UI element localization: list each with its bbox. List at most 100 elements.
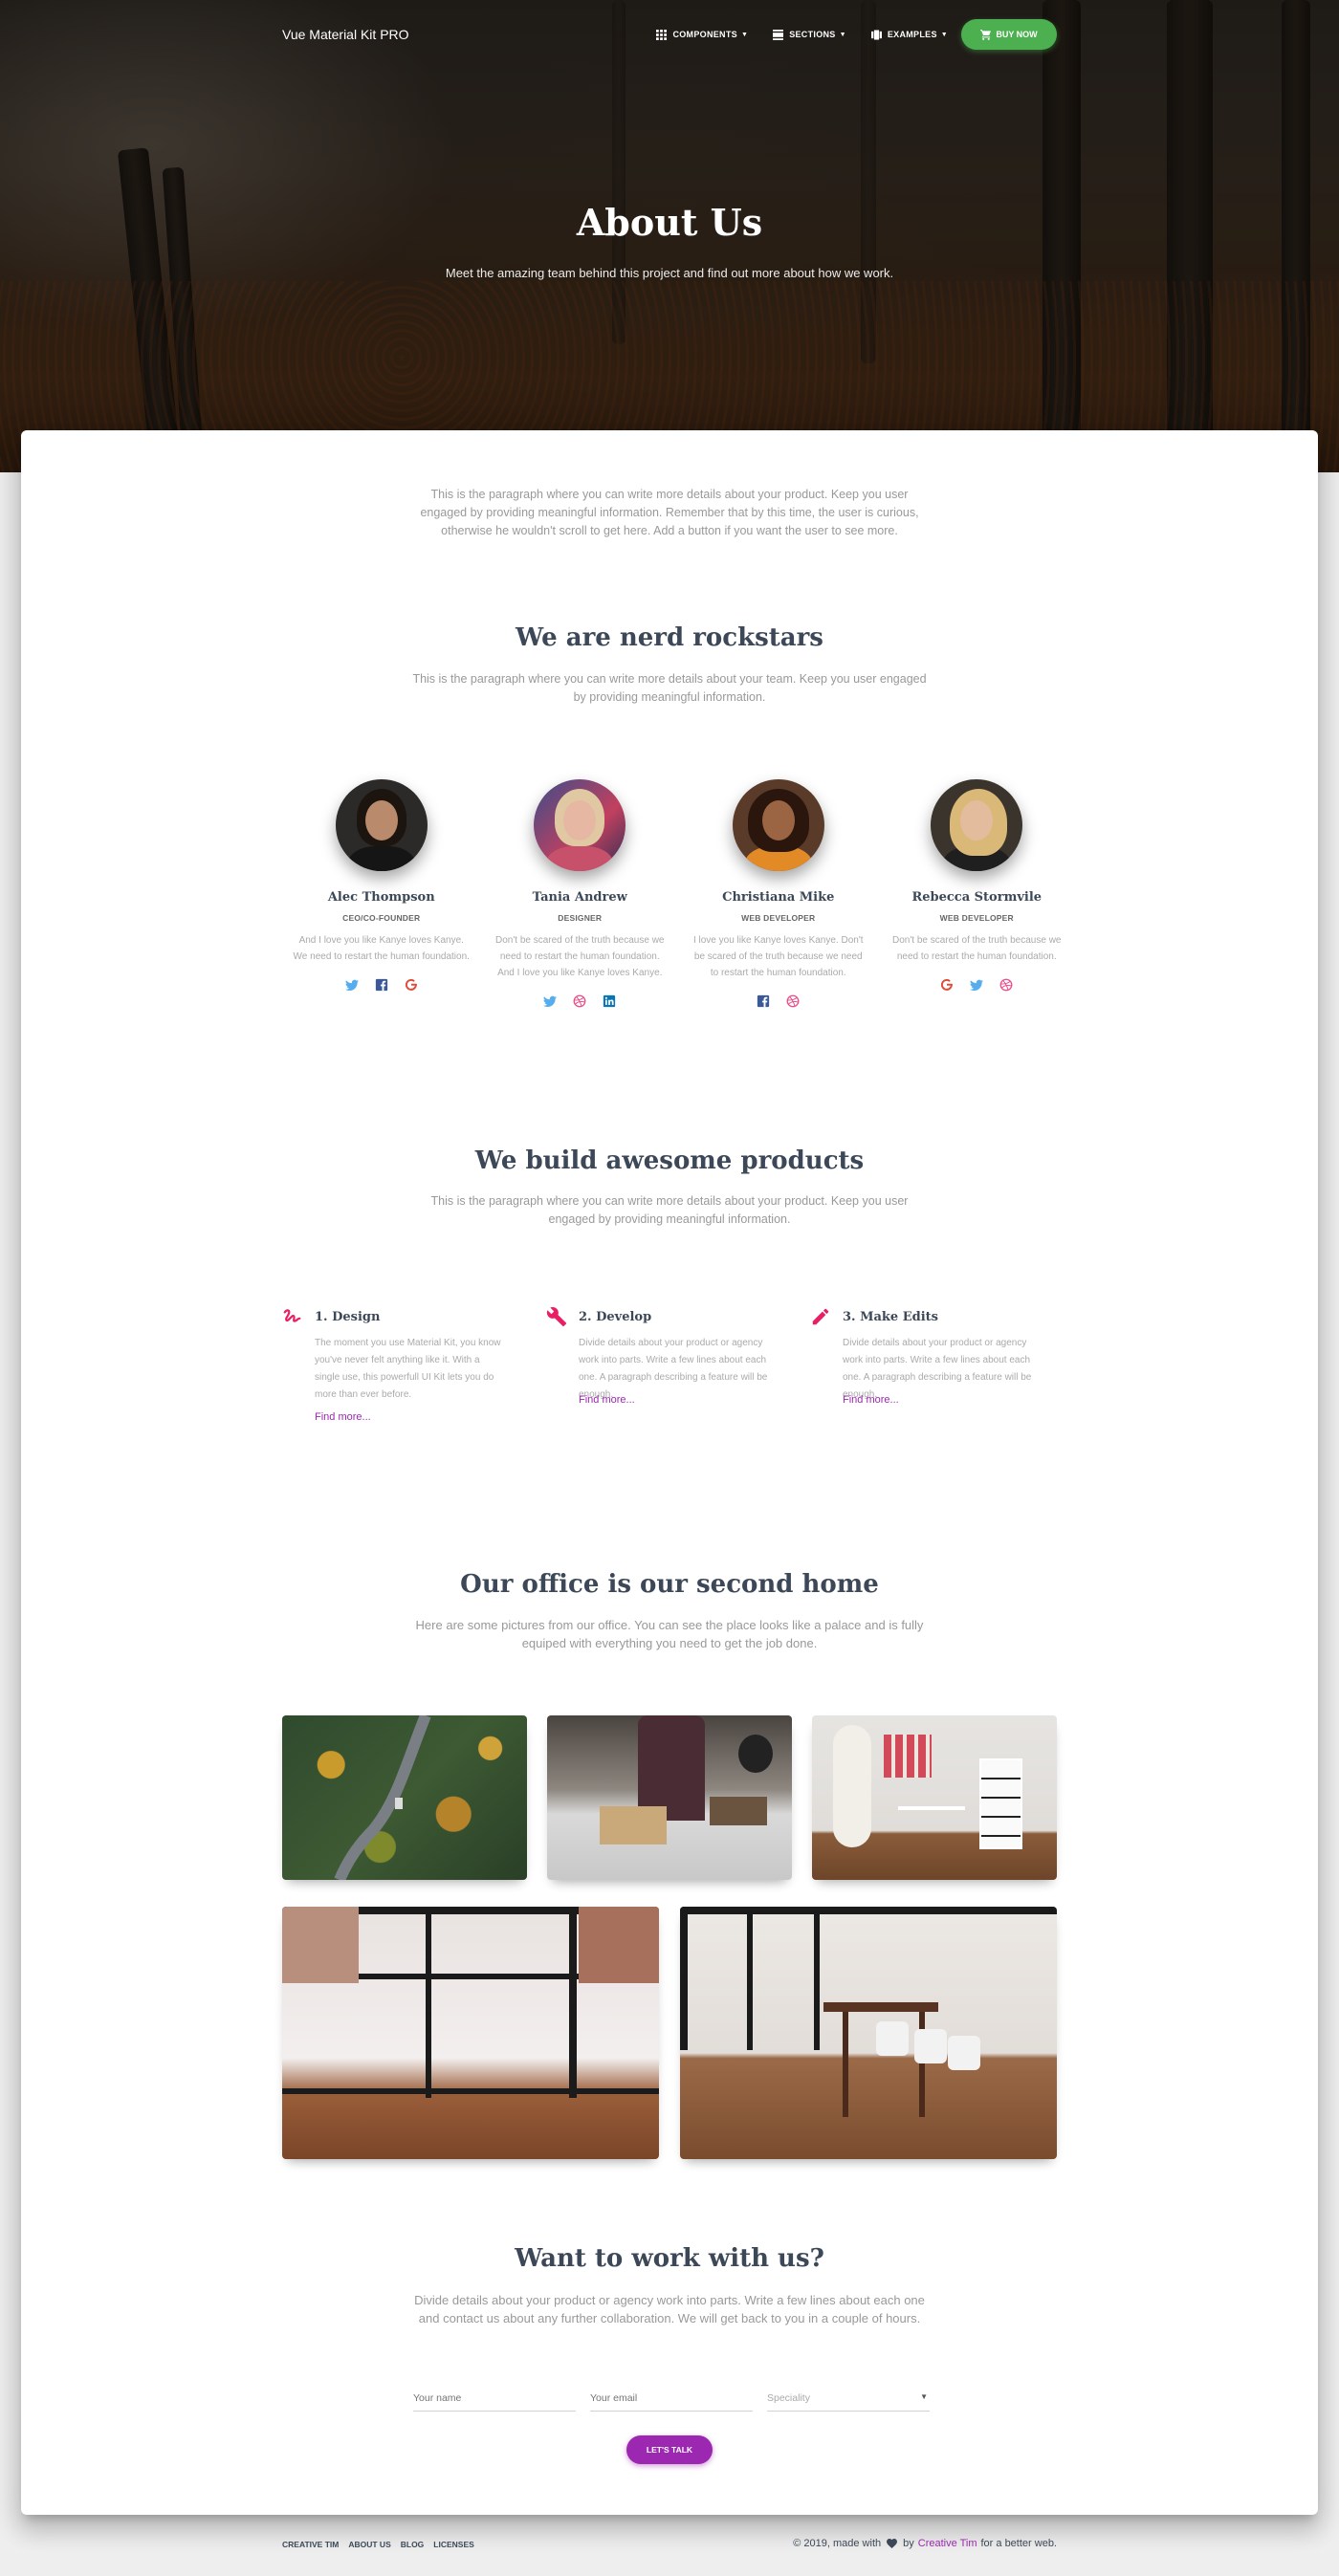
social-links — [679, 994, 878, 1008]
contact-desc-line: Divide details about your product or age… — [414, 2293, 925, 2307]
feature-title: 3. Make Edits — [843, 1310, 938, 1324]
member-name: Tania Andrew — [532, 890, 627, 905]
member-role: WEB DEVELOPER — [741, 913, 816, 923]
footer-link-about-us[interactable]: ABOUT US — [348, 2540, 390, 2549]
avatar — [534, 779, 626, 871]
buy-now-label: BUY NOW — [996, 30, 1038, 39]
name-input[interactable] — [413, 2392, 576, 2404]
dribbble-icon[interactable] — [786, 994, 800, 1008]
find-more-link[interactable]: Find more... — [315, 1411, 371, 1423]
nav-item-components[interactable]: COMPONENTS ▼ — [656, 29, 749, 40]
office-photo-workspace — [812, 1715, 1057, 1880]
email-field[interactable] — [590, 2389, 753, 2412]
buy-now-button[interactable]: BUY NOW — [961, 19, 1057, 50]
footer-link-creative-tim[interactable]: CREATIVE TIM — [282, 2540, 339, 2549]
feature-title: 1. Design — [315, 1310, 381, 1324]
features-row: 1. Design The moment you use Material Ki… — [282, 1306, 1076, 1430]
member-name: Alec Thompson — [327, 890, 435, 905]
copyright-suffix: for a better web. — [980, 2538, 1058, 2549]
copyright-by: by — [903, 2538, 914, 2549]
view-carousel-icon — [870, 29, 882, 40]
dribbble-icon[interactable] — [999, 978, 1013, 992]
twitter-icon[interactable] — [344, 978, 359, 992]
top-navbar: Vue Material Kit PRO COMPONENTS ▼ SECTIO… — [282, 19, 1057, 50]
contact-description: Divide details about your product or age… — [0, 2291, 1339, 2327]
name-field[interactable] — [413, 2389, 576, 2412]
facebook-icon[interactable] — [757, 994, 770, 1008]
social-links — [878, 978, 1077, 992]
footer-link-blog[interactable]: BLOG — [401, 2540, 425, 2549]
feature-title: 2. Develop — [579, 1310, 652, 1324]
footer-link-licenses[interactable]: LICENSES — [433, 2540, 474, 2549]
facebook-icon[interactable] — [375, 978, 388, 992]
contact-title: Want to work with us? — [515, 2244, 824, 2273]
team-member-card: Rebecca Stormvile WEB DEVELOPER Don't be… — [878, 779, 1077, 1047]
products-title: We build awesome products — [474, 1146, 865, 1175]
social-links — [481, 994, 680, 1008]
member-role: CEO/CO-FOUNDER — [342, 913, 421, 923]
intro-line: otherwise he wouldn't scroll to get here… — [441, 524, 898, 537]
caret-down-icon: ▼ — [940, 31, 948, 38]
team-member-card: Christiana Mike WEB DEVELOPER I love you… — [679, 779, 878, 1047]
office-desc-line: equiped with everything you need to get … — [521, 1636, 818, 1650]
member-role: WEB DEVELOPER — [939, 913, 1014, 923]
apps-icon — [656, 29, 668, 40]
caret-down-icon: ▼ — [920, 2392, 928, 2401]
heart-icon — [887, 2539, 898, 2548]
member-description: I love you like Kanye loves Kanye. Don't… — [692, 935, 864, 978]
dribbble-icon[interactable] — [573, 994, 586, 1008]
brand-link[interactable]: Vue Material Kit PRO — [282, 27, 409, 42]
nav-item-label: SECTIONS — [789, 30, 836, 39]
office-title: Our office is our second home — [460, 1570, 879, 1599]
email-input[interactable] — [590, 2392, 753, 2404]
avatar — [335, 779, 428, 871]
page-title: About Us — [576, 201, 763, 244]
office-description: Here are some pictures from our office. … — [0, 1616, 1339, 1652]
nav-item-sections[interactable]: SECTIONS ▼ — [773, 29, 846, 40]
nav-item-label: EXAMPLES — [887, 30, 937, 39]
feature-description: The moment you use Material Kit, you kno… — [315, 1338, 501, 1400]
office-desc-line: Here are some pictures from our office. … — [415, 1618, 924, 1632]
hero-header: Vue Material Kit PRO COMPONENTS ▼ SECTIO… — [0, 0, 1339, 472]
social-links — [282, 978, 481, 992]
team-members: Alec Thompson CEO/CO-FOUNDER And I love … — [282, 779, 1076, 1047]
main-raised-card — [21, 430, 1318, 2515]
office-photo-forest-road — [282, 1715, 527, 1880]
lets-talk-button[interactable]: LET'S TALK — [626, 2435, 713, 2464]
build-icon — [546, 1307, 567, 1327]
creative-tim-link[interactable]: Creative Tim — [918, 2538, 977, 2549]
footer-nav: CREATIVE TIM ABOUT US BLOG LICENSES — [282, 2540, 474, 2549]
member-description: And I love you like Kanye loves Kanye. W… — [293, 935, 470, 962]
team-member-card: Tania Andrew DESIGNER Don't be scared of… — [481, 779, 680, 1047]
products-description: This is the paragraph where you can writ… — [0, 1192, 1339, 1229]
page-subtitle: Meet the amazing team behind this projec… — [445, 266, 894, 280]
team-desc-line: by providing meaningful information. — [573, 690, 766, 704]
nav-item-label: COMPONENTS — [672, 30, 737, 39]
twitter-icon[interactable] — [543, 994, 558, 1008]
intro-paragraph: This is the paragraph where you can writ… — [0, 486, 1339, 540]
nav-menu: COMPONENTS ▼ SECTIONS ▼ EXAMPLES ▼ BUY N… — [631, 19, 1057, 50]
member-description: Don't be scared of the truth because we … — [892, 935, 1062, 962]
shopping-cart-icon — [980, 29, 992, 40]
mode-edit-icon — [812, 1308, 829, 1325]
office-photo-desk-boxes — [547, 1715, 792, 1880]
products-desc-line: This is the paragraph where you can writ… — [430, 1194, 909, 1208]
feature-develop: 2. Develop Divide details about your pro… — [546, 1306, 810, 1430]
avatar — [732, 779, 824, 871]
member-name: Christiana Mike — [722, 890, 835, 905]
intro-line: This is the paragraph where you can writ… — [430, 488, 909, 501]
avatar — [931, 779, 1023, 871]
find-more-link[interactable]: Find more... — [843, 1394, 899, 1406]
gesture-icon — [283, 1309, 301, 1322]
view-day-icon — [773, 29, 784, 40]
linkedin-icon[interactable] — [603, 994, 616, 1008]
speciality-select[interactable]: Speciality ▼ — [767, 2389, 930, 2412]
twitter-icon[interactable] — [970, 978, 984, 992]
nav-item-examples[interactable]: EXAMPLES ▼ — [870, 29, 948, 40]
office-photo-window-table — [282, 1907, 659, 2159]
caret-down-icon: ▼ — [740, 31, 749, 38]
google-icon[interactable] — [405, 978, 418, 992]
google-icon[interactable] — [940, 978, 954, 992]
find-more-link[interactable]: Find more... — [579, 1394, 635, 1406]
team-desc-line: This is the paragraph where you can writ… — [412, 672, 927, 686]
